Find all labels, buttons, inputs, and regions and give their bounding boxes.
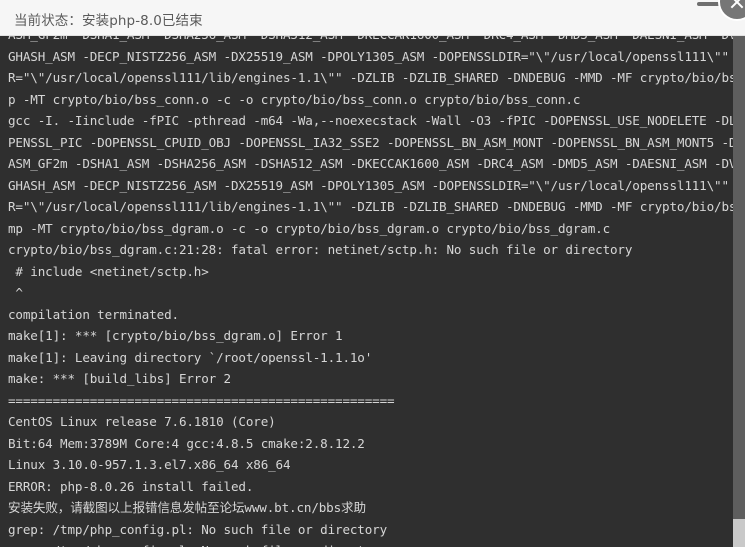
terminal-line: GHASH_ASM -DECP_NISTZ256_ASM -DX25519_AS… (8, 48, 745, 64)
terminal-line: ASM_GF2m -DSHA1_ASM -DSHA256_ASM -DSHA51… (8, 36, 745, 46)
terminal-line: R="\"/usr/local/openssl111/lib/engines-1… (8, 199, 745, 214)
terminal-line: CentOS Linux release 7.6.1810 (Core) (8, 414, 276, 429)
terminal-line: Linux 3.10.0-957.1.3.el7.x86_64 x86_64 (8, 457, 291, 472)
close-icon[interactable] (720, 0, 745, 19)
terminal-line: 安装失败，请截图以上报错信息发帖至论坛www.bt.cn/bbs求助 (8, 500, 366, 515)
window-header: 当前状态：安装php-8.0已结束 (0, 0, 745, 36)
terminal-line: ERROR: php-8.0.26 install failed. (8, 478, 254, 494)
terminal-line: PENSSL_PIC -DOPENSSL_CPUID_OBJ -DOPENSSL… (8, 134, 745, 150)
terminal-line: p -MT crypto/bio/bss_conn.o -c -o crypto… (8, 91, 581, 107)
status-label: 当前状态：安装php-8.0已结束 (14, 13, 203, 29)
terminal-line: ========================================… (8, 392, 395, 408)
terminal-line: ASM_GF2m -DSHA1_ASM -DSHA256_ASM -DSHA51… (8, 156, 745, 171)
terminal-line: # include <netinet/sctp.h> (8, 263, 209, 279)
scrollbar-thumb[interactable] (733, 519, 745, 547)
terminal-line: R="\"/usr/local/openssl111/lib/engines-1… (8, 70, 745, 85)
terminal-output[interactable]: ASM_GF2m -DSHA1_ASM -DSHA256_ASM -DSHA51… (0, 36, 745, 547)
terminal-line: GHASH_ASM -DECP_NISTZ256_ASM -DX25519_AS… (8, 177, 745, 193)
terminal-line: compilation terminated. (8, 306, 179, 322)
terminal-line: make[1]: *** [crypto/bio/bss_dgram.o] Er… (8, 328, 343, 343)
terminal-line: make: *** [build_libs] Error 2 (8, 371, 231, 386)
terminal-line: Bit:64 Mem:3789M Core:4 gcc:4.8.5 cmake:… (8, 435, 365, 451)
terminal-line: gcc -I. -Iinclude -fPIC -pthread -m64 -W… (8, 113, 745, 128)
terminal-lines: ASM_GF2m -DSHA1_ASM -DSHA256_ASM -DSHA51… (0, 36, 745, 547)
terminal-line: ^ (8, 285, 23, 300)
terminal-scrollbar[interactable] (733, 36, 745, 547)
terminal-line: crypto/bio/bss_dgram.c:21:28: fatal erro… (8, 242, 633, 257)
install-log-window: 当前状态：安装php-8.0已结束 ASM_GF2m -DSHA1_ASM -D… (0, 0, 745, 547)
terminal-line: grep: /tmp/php_config.pl: No such file o… (8, 521, 388, 537)
terminal-line: mp -MT crypto/bio/bss_dgram.o -c -o cryp… (8, 220, 610, 236)
terminal-line: grep: /tmp/php_config.pl: No such file o… (8, 540, 733, 547)
terminal-line: make[1]: Leaving directory `/root/openss… (8, 349, 373, 365)
